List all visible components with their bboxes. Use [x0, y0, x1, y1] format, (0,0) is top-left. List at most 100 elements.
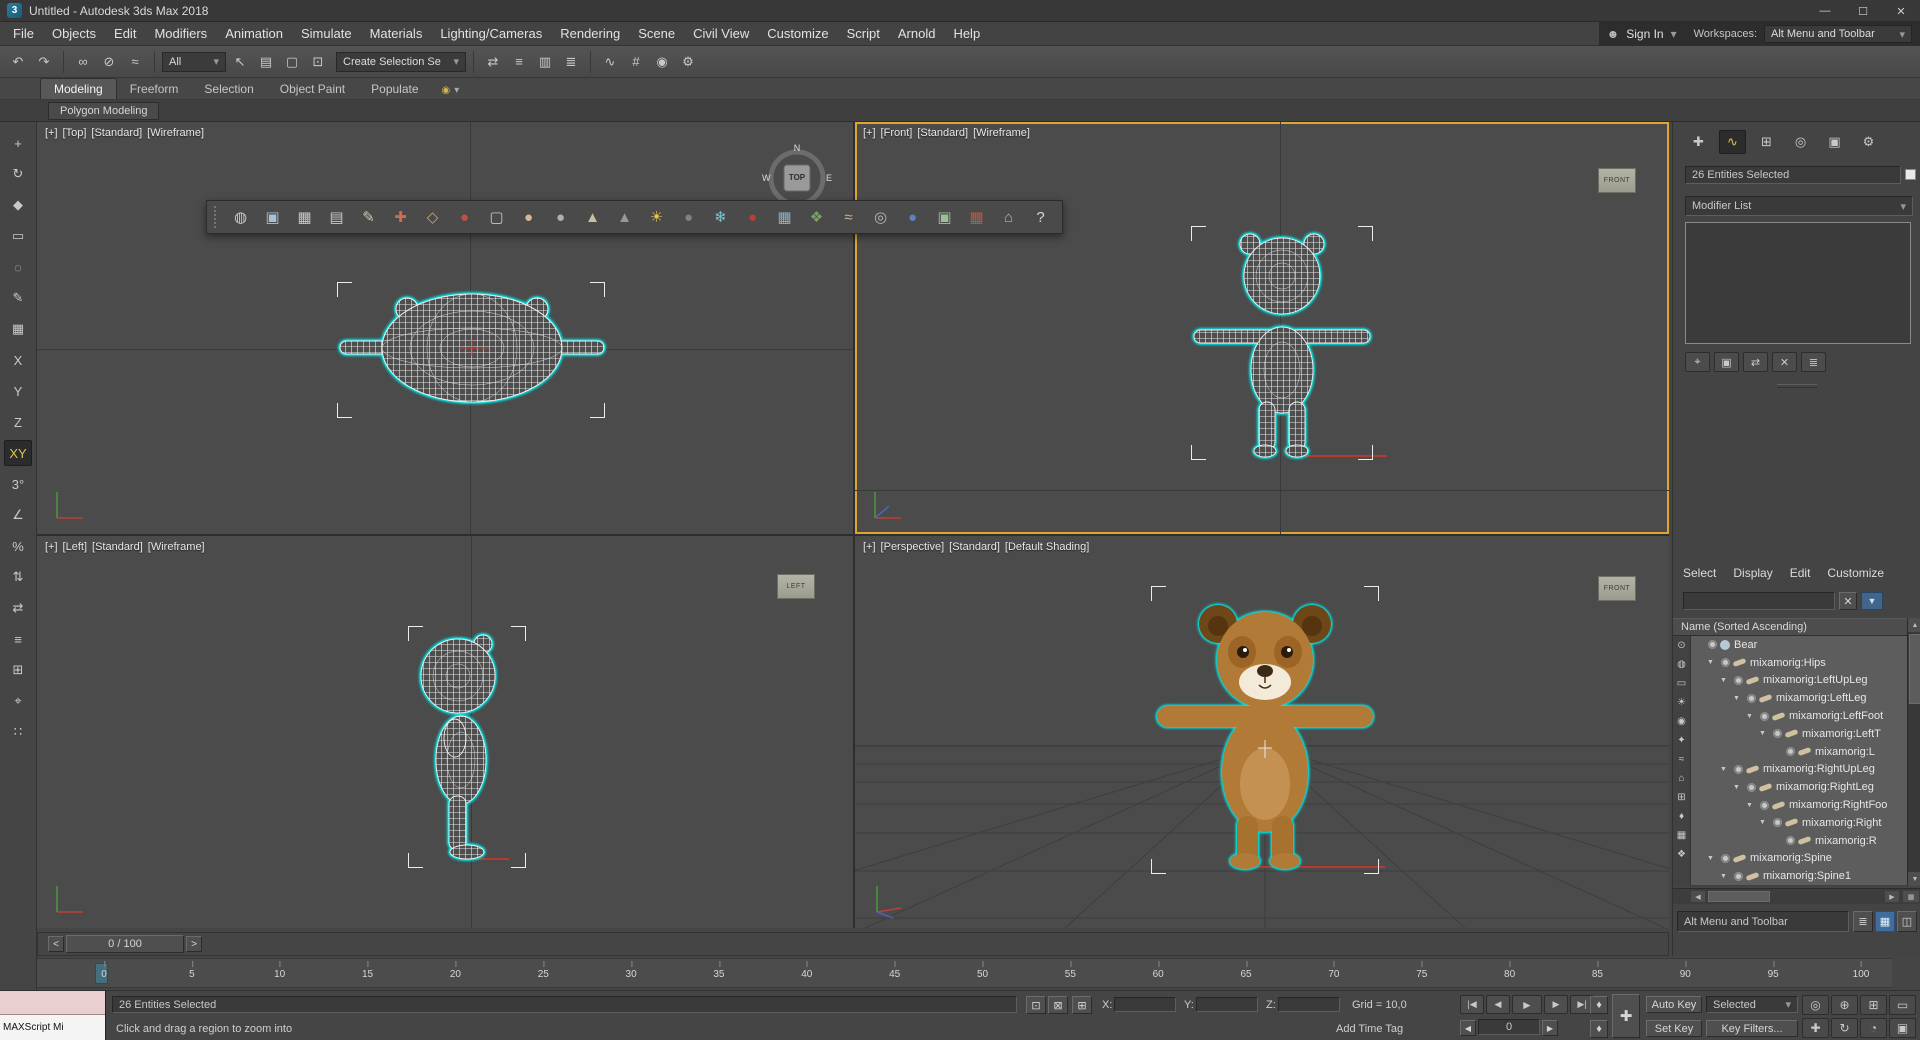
display-materials-icon[interactable]: ❖: [1674, 847, 1689, 862]
lasso-selection-icon[interactable]: ◌: [4, 254, 32, 280]
explorer-vertical-scrollbar[interactable]: ▲ ▼: [1907, 618, 1920, 886]
create-tab-icon[interactable]: ✚: [1685, 130, 1712, 154]
ribbon-tab-object-paint[interactable]: Object Paint: [267, 79, 358, 99]
snap-3d-icon[interactable]: 3°: [4, 471, 32, 497]
viewcube-west-label[interactable]: W: [762, 173, 771, 183]
menu-materials[interactable]: Materials: [361, 22, 432, 45]
sign-in-dropdown-icon[interactable]: ▾: [1671, 27, 1677, 41]
configure-modifier-sets-icon[interactable]: ≣: [1801, 352, 1826, 372]
window-icon[interactable]: ▢: [482, 204, 511, 230]
visibility-icon[interactable]: [1747, 782, 1756, 792]
filter-icon[interactable]: ▼: [1861, 592, 1883, 610]
set-key-button[interactable]: Set Key: [1646, 1020, 1702, 1037]
expand-arrow-icon[interactable]: ▼: [1720, 766, 1731, 773]
time-slider-handle[interactable]: 0 / 100: [66, 935, 184, 953]
viewport-menu-standard[interactable]: [Standard]: [917, 127, 968, 139]
viewport-top[interactable]: [+] [Top] [Standard] [Wireframe] TOP N W E: [37, 122, 853, 534]
absolute-mode-icon[interactable]: ⊞: [1072, 996, 1092, 1014]
pyramid-icon[interactable]: ▲: [610, 204, 639, 230]
polygon-modeling-panel-button[interactable]: Polygon Modeling: [48, 102, 160, 120]
array-tool-icon[interactable]: ∷: [4, 719, 32, 745]
select-and-rotate-icon[interactable]: ↻: [4, 161, 32, 187]
ribbon-tab-modeling[interactable]: Modeling: [40, 78, 117, 99]
ribbon-tab-selection[interactable]: Selection: [191, 79, 266, 99]
show-end-result-icon[interactable]: ▣: [1714, 352, 1739, 372]
previous-frame-button[interactable]: <: [48, 936, 64, 952]
viewport-menu-[interactable]: [+]: [45, 127, 58, 139]
viewport-menu-default-shading[interactable]: [Default Shading]: [1005, 541, 1089, 553]
display-xrefs-icon[interactable]: ⊞: [1674, 790, 1689, 805]
viewport-menu-wireframe[interactable]: [Wireframe]: [148, 541, 205, 553]
snowflake-icon[interactable]: ❄: [706, 204, 735, 230]
orbit-icon[interactable]: ↻: [1831, 1018, 1858, 1038]
frame-spinner-right-icon[interactable]: ▶: [1542, 1020, 1558, 1036]
explorer-menu-select[interactable]: Select: [1683, 566, 1716, 580]
viewport-menu-standard[interactable]: [Standard]: [91, 127, 142, 139]
tree-row-mixamorig-leftt[interactable]: ▼ mixamorig:LeftT: [1691, 724, 1907, 743]
viewcube-north-label[interactable]: N: [765, 143, 829, 153]
display-bones-icon[interactable]: ♦: [1674, 809, 1689, 824]
percent-snap-icon[interactable]: %: [4, 533, 32, 559]
z-coordinate-field[interactable]: [1278, 997, 1340, 1012]
visibility-icon[interactable]: [1786, 747, 1795, 757]
crosshair-tool-icon[interactable]: ⌖: [4, 688, 32, 714]
soft-selection-icon[interactable]: ◍: [226, 204, 255, 230]
curve-editor-icon[interactable]: ∿: [598, 50, 622, 74]
axis-x-button[interactable]: X: [4, 347, 32, 373]
motion-tab-icon[interactable]: ◎: [1787, 130, 1814, 154]
tree-row-mixamorig-spine1[interactable]: ▼ mixamorig:Spine1: [1691, 867, 1907, 886]
display-spacewarps-icon[interactable]: ≈: [1674, 752, 1689, 767]
current-frame-field[interactable]: 0: [1478, 1019, 1540, 1035]
visibility-icon[interactable]: [1773, 818, 1782, 828]
checker-icon[interactable]: ▦: [962, 204, 991, 230]
workspaces-dropdown[interactable]: Alt Menu and Toolbar ▾: [1764, 25, 1912, 43]
key-filters-button[interactable]: Key Filters...: [1706, 1020, 1798, 1037]
viewport-menu-top[interactable]: [Top]: [63, 127, 87, 139]
tree-row-mixamorig-leftupleg[interactable]: ▼ mixamorig:LeftUpLeg: [1691, 671, 1907, 690]
expand-arrow-icon[interactable]: ▼: [1759, 819, 1770, 826]
search-input[interactable]: [1683, 592, 1835, 610]
viewport-menu-front[interactable]: [Front]: [881, 127, 913, 139]
foliage-icon[interactable]: ❖: [802, 204, 831, 230]
mirror-tool-icon[interactable]: ⇄: [4, 595, 32, 621]
viewport-menu-standard[interactable]: [Standard]: [92, 541, 143, 553]
undo-icon[interactable]: ↶: [6, 50, 30, 74]
next-frame-button[interactable]: >: [186, 936, 202, 952]
material-editor-icon[interactable]: ◉: [650, 50, 674, 74]
expand-arrow-icon[interactable]: ▼: [1746, 713, 1757, 720]
maxscript-macro-row[interactable]: [0, 991, 105, 1015]
menu-edit[interactable]: Edit: [105, 22, 145, 45]
align-tool-icon[interactable]: ≡: [4, 626, 32, 652]
visibility-icon[interactable]: [1721, 853, 1730, 863]
viewport-display-icon[interactable]: ▣: [258, 204, 287, 230]
expand-arrow-icon[interactable]: ▼: [1707, 855, 1718, 862]
unlink-selection-icon[interactable]: ⊘: [97, 50, 121, 74]
columns-view-icon[interactable]: ◫: [1897, 911, 1917, 932]
select-by-name-icon[interactable]: ▤: [254, 50, 278, 74]
object-color-swatch[interactable]: [1905, 169, 1916, 180]
display-cameras-icon[interactable]: ◉: [1674, 714, 1689, 729]
maxscript-mini-listener[interactable]: MAXScript Mi: [0, 991, 106, 1040]
scroll-down-icon[interactable]: ▼: [1908, 872, 1920, 886]
expand-arrow-icon[interactable]: ▼: [1720, 677, 1731, 684]
viewport-menu-[interactable]: [+]: [863, 127, 876, 139]
menu-animation[interactable]: Animation: [216, 22, 292, 45]
expand-arrow-icon[interactable]: ▼: [1746, 802, 1757, 809]
minimize-button[interactable]: —: [1806, 0, 1844, 22]
panel-splitter[interactable]: [1777, 384, 1817, 388]
list-view-icon[interactable]: ≣: [1853, 911, 1873, 932]
toggle-scene-explorer-icon[interactable]: ▥: [533, 50, 557, 74]
zoom-all-icon[interactable]: ⊕: [1831, 995, 1858, 1015]
viewport-menu-wireframe[interactable]: [Wireframe]: [147, 127, 204, 139]
set-key-mode-icon[interactable]: ♦: [1590, 1020, 1608, 1038]
tree-row-mixamorig-hips[interactable]: ▼ mixamorig:Hips: [1691, 653, 1907, 672]
expand-arrow-icon[interactable]: ▼: [1733, 695, 1744, 702]
visibility-icon[interactable]: [1773, 729, 1782, 739]
grid-tool-icon[interactable]: ⊞: [4, 657, 32, 683]
display-shapes-icon[interactable]: ▭: [1674, 676, 1689, 691]
droplet-icon[interactable]: ●: [738, 204, 767, 230]
hierarchy-tab-icon[interactable]: ⊞: [1753, 130, 1780, 154]
time-slider[interactable]: < 0 / 100 >: [37, 932, 1669, 956]
expand-arrow-icon[interactable]: ▼: [1759, 730, 1770, 737]
menu-objects[interactable]: Objects: [43, 22, 105, 45]
